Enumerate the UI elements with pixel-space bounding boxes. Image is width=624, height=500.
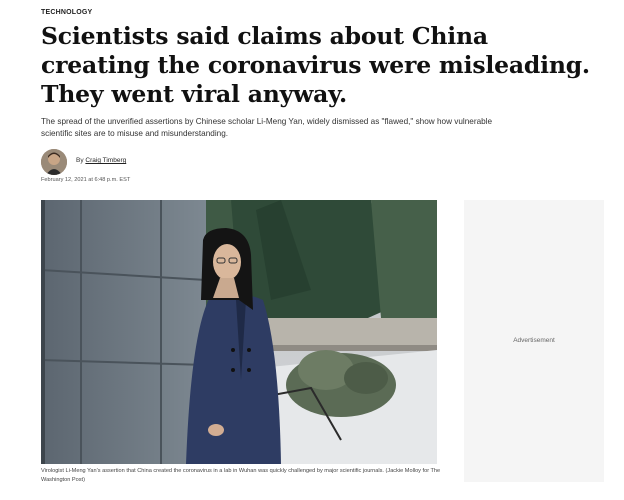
author-photo-icon bbox=[41, 149, 67, 175]
photo-caption: Virologist Li-Meng Yan's assertion that … bbox=[41, 468, 441, 483]
lead-photo bbox=[41, 200, 437, 464]
dek: The spread of the unverified assertions … bbox=[41, 117, 493, 138]
section-kicker[interactable]: TECHNOLOGY bbox=[41, 9, 92, 16]
advertisement-slot[interactable]: Advertisement bbox=[464, 200, 604, 482]
byline-prefix: By bbox=[76, 157, 84, 164]
lead-photo-image bbox=[41, 200, 437, 464]
byline: By Craig Timberg bbox=[76, 157, 126, 164]
headline: Scientists said claims about China creat… bbox=[41, 22, 590, 108]
dateline: February 12, 2021 at 6:48 p.m. EST bbox=[41, 177, 131, 183]
author-avatar[interactable] bbox=[41, 149, 67, 175]
advertisement-label: Advertisement bbox=[513, 337, 555, 344]
author-link[interactable]: Craig Timberg bbox=[85, 157, 126, 164]
